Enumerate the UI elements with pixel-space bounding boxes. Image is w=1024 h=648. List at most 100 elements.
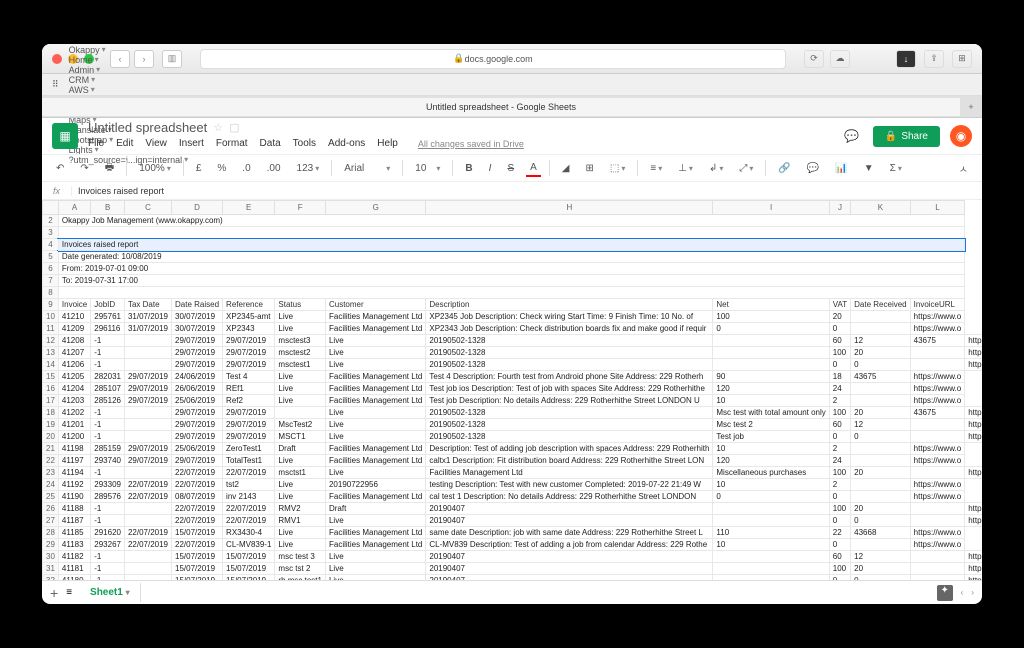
cell[interactable]: https://www.o [910, 539, 965, 551]
cell[interactable]: Draft [275, 443, 326, 455]
cell[interactable]: https://www.o [965, 407, 982, 419]
cell[interactable] [124, 347, 171, 359]
chart-button[interactable]: 📊 [831, 161, 851, 176]
cell[interactable]: https://www.o [910, 311, 965, 323]
cell[interactable]: Live [325, 335, 425, 347]
row-header[interactable]: 29 [43, 539, 59, 551]
cell[interactable] [124, 503, 171, 515]
cell[interactable]: CL-MV839-1 [223, 539, 275, 551]
row-header[interactable]: 24 [43, 479, 59, 491]
menu-tools[interactable]: Tools [293, 138, 316, 149]
italic-button[interactable]: I [485, 161, 496, 176]
cell[interactable]: 20190502-1328 [426, 347, 713, 359]
menu-add-ons[interactable]: Add-ons [328, 138, 365, 149]
cell[interactable]: 289576 [91, 491, 125, 503]
cell[interactable]: 29/07/2019 [124, 395, 171, 407]
cell[interactable]: 100 [713, 311, 829, 323]
cell[interactable]: 100 [829, 503, 850, 515]
cell[interactable]: 2 [829, 395, 850, 407]
sheets-logo-icon[interactable]: ▦ [52, 123, 78, 149]
dec-button[interactable]: .0 [238, 161, 254, 176]
cell[interactable] [851, 311, 910, 323]
halign-button[interactable]: ≡▾ [646, 161, 666, 176]
cell[interactable]: -1 [91, 359, 125, 371]
doc-title[interactable]: Untitled spreadsheet [88, 120, 207, 135]
cell[interactable]: Okappy Job Management (www.okappy.com) [58, 215, 964, 227]
cell[interactable]: 29/07/2019 [124, 443, 171, 455]
header-cell[interactable]: Net [713, 299, 829, 311]
cell[interactable]: 20190722956 [325, 479, 425, 491]
menu-data[interactable]: Data [260, 138, 281, 149]
cell[interactable]: 15/07/2019 [223, 551, 275, 563]
cell[interactable]: 285159 [91, 443, 125, 455]
header-cell[interactable]: Tax Date [124, 299, 171, 311]
cell[interactable]: Msc test 2 [713, 419, 829, 431]
cell[interactable]: 282031 [91, 371, 125, 383]
col-header[interactable]: E [223, 201, 275, 215]
cell[interactable]: 20190407 [426, 563, 713, 575]
cell[interactable]: -1 [91, 563, 125, 575]
bold-button[interactable]: B [461, 161, 476, 176]
row-header[interactable]: 17 [43, 395, 59, 407]
filter-button[interactable]: ▼ [860, 161, 878, 176]
cell[interactable]: -1 [91, 347, 125, 359]
cell[interactable]: 20190502-1328 [426, 407, 713, 419]
bookmark-item[interactable]: Home ▾ [69, 55, 189, 65]
cell[interactable]: 10 [713, 539, 829, 551]
header-cell[interactable]: Invoice [58, 299, 90, 311]
cell[interactable] [910, 431, 965, 443]
bookmark-item[interactable]: AWS ▾ [69, 85, 189, 95]
cell[interactable]: XP2345 Job Description: Check wiring Sta… [426, 311, 713, 323]
redo-button[interactable]: ↷ [76, 161, 92, 176]
cell[interactable] [58, 227, 964, 239]
cell[interactable]: 2 [829, 479, 850, 491]
cell[interactable]: Description: Test of adding job descript… [426, 443, 713, 455]
cell[interactable]: Live [325, 467, 425, 479]
cell[interactable]: https://www.o [910, 323, 965, 335]
col-header[interactable]: C [124, 201, 171, 215]
cell[interactable]: XP2343 Job Description: Check distributi… [426, 323, 713, 335]
cell[interactable]: 100 [829, 347, 850, 359]
print-button[interactable]: 🖶 [101, 158, 118, 179]
cell[interactable]: Facilities Management Ltd [325, 455, 425, 467]
row-header[interactable]: 27 [43, 515, 59, 527]
cell[interactable] [851, 383, 910, 395]
cell[interactable]: From: 2019-07-01 09:00 [58, 263, 964, 275]
row-header[interactable]: 8 [43, 287, 59, 299]
cell[interactable]: https://www.o [910, 443, 965, 455]
menu-help[interactable]: Help [377, 138, 398, 149]
cell[interactable]: 41194 [58, 467, 90, 479]
cell[interactable]: msc tst 2 [275, 563, 326, 575]
cell[interactable]: 12 [851, 335, 910, 347]
cell[interactable]: 15/07/2019 [223, 575, 275, 581]
cell[interactable]: 22/07/2019 [172, 479, 223, 491]
row-header[interactable]: 30 [43, 551, 59, 563]
cell[interactable]: 41200 [58, 431, 90, 443]
cell[interactable]: 12 [851, 419, 910, 431]
cell[interactable]: 25/06/2019 [172, 443, 223, 455]
comment-button[interactable]: 💬 [803, 161, 823, 176]
cell[interactable]: 41202 [58, 407, 90, 419]
row-header[interactable]: 5 [43, 251, 59, 263]
cell[interactable]: 20190407 [426, 575, 713, 581]
cell[interactable]: 0 [851, 575, 910, 581]
cell[interactable]: Facilities Management Ltd [325, 371, 425, 383]
cell[interactable]: Facilities Management Ltd [325, 491, 425, 503]
cell[interactable]: 120 [713, 383, 829, 395]
cell[interactable]: 22 [829, 527, 850, 539]
size-select[interactable]: 10 ▾ [411, 161, 444, 176]
cell[interactable]: Msc test with total amount only [713, 407, 829, 419]
functions-button[interactable]: Σ▾ [886, 161, 906, 176]
cell[interactable]: 22/07/2019 [172, 539, 223, 551]
explore-button[interactable]: ✦ [937, 585, 953, 601]
cell[interactable] [910, 515, 965, 527]
cell[interactable]: -1 [91, 431, 125, 443]
font-select[interactable]: Arial ▾ [340, 161, 394, 176]
menu-file[interactable]: File [88, 138, 104, 149]
cell[interactable]: Facilities Management Ltd [426, 467, 713, 479]
format-select[interactable]: 123▾ [293, 161, 324, 176]
cell[interactable]: 29/07/2019 [172, 335, 223, 347]
cell[interactable] [851, 491, 910, 503]
cell[interactable]: TotalTest1 [223, 455, 275, 467]
cell[interactable]: 29/07/2019 [223, 347, 275, 359]
